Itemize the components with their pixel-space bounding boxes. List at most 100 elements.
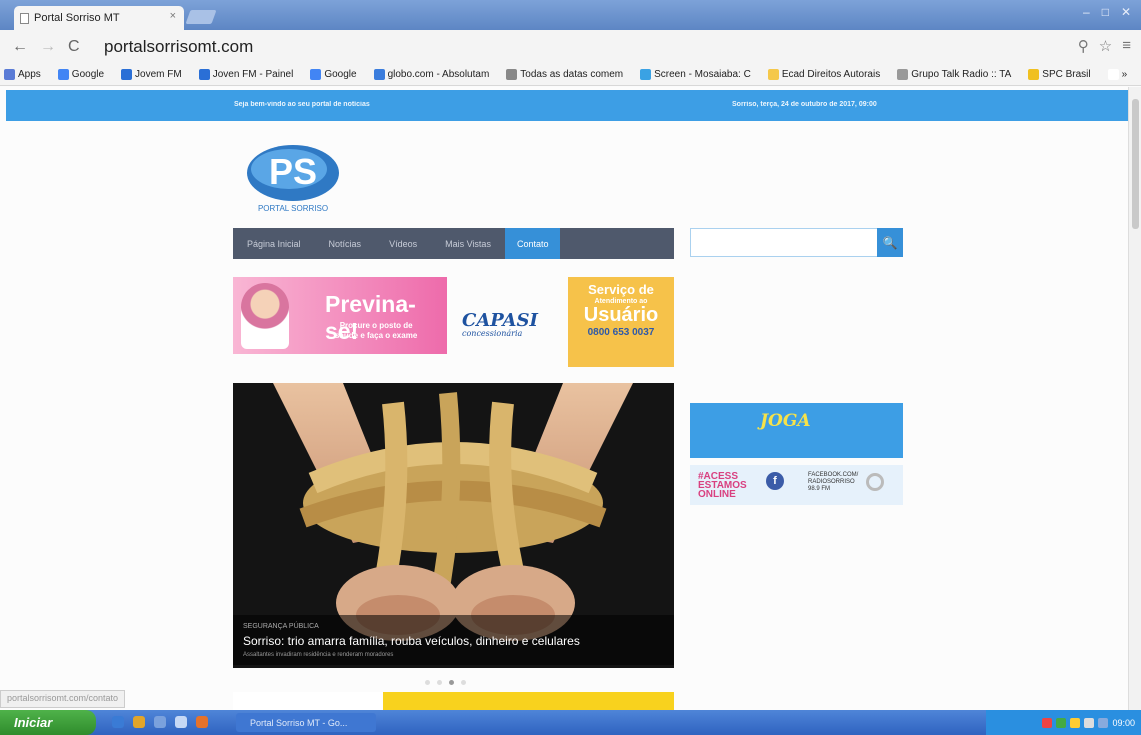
slide-category: SEGURANÇA PÚBLICA	[243, 623, 319, 630]
news-slider[interactable]: SEGURANÇA PÚBLICA Sorriso: trio amarra f…	[233, 383, 674, 668]
slider-dot[interactable]	[425, 680, 430, 685]
bookmark-item[interactable]: Screen - Mosaiaba: C	[636, 69, 751, 80]
bookmark-icon	[121, 69, 133, 80]
bottom-banner[interactable]	[233, 692, 674, 710]
facebook-icon: f	[766, 472, 784, 490]
scrollbar-thumb[interactable]	[1132, 99, 1139, 229]
capasi-name: CAPASI	[462, 310, 538, 331]
menu-item[interactable]: Página Inicial	[233, 239, 315, 249]
menu-item[interactable]: Notícias	[315, 239, 376, 249]
bookmark-item[interactable]: Grupo Talk Radio :: TA	[893, 69, 1011, 80]
windows-taskbar: Iniciar Portal Sorriso MT - Go... 09:00	[0, 710, 1141, 735]
slide-headline[interactable]: Sorriso: trio amarra família, rouba veíc…	[243, 634, 580, 648]
close-window-icon[interactable]: ✕	[1121, 5, 1131, 19]
sau-line3: Usuário	[583, 304, 659, 326]
tray-icon[interactable]	[1070, 717, 1081, 728]
forward-icon[interactable]: →	[40, 38, 56, 56]
slide-caption[interactable]: SEGURANÇA PÚBLICA Sorriso: trio amarra f…	[233, 615, 674, 665]
bookmark-item[interactable]: Apps	[0, 69, 41, 80]
tray-icon[interactable]	[1084, 717, 1095, 728]
capasi-logo[interactable]: CAPASI concessionária	[462, 310, 538, 338]
bookmark-label: Grupo Talk Radio :: TA	[911, 69, 1012, 80]
bookmark-icon	[767, 69, 779, 80]
zoom-icon[interactable]: ⚲	[1078, 37, 1089, 55]
browser-menu-icon[interactable]: ≡	[1122, 37, 1131, 55]
url-field[interactable]: portalsorrisomt.com	[104, 37, 253, 57]
taskbar-window-button[interactable]: Portal Sorriso MT - Go...	[236, 713, 376, 732]
search-icon[interactable]: 🔍	[877, 228, 903, 257]
start-button[interactable]: Iniciar	[0, 710, 96, 735]
sau-phone: 0800 653 0037	[587, 327, 655, 338]
slider-dot[interactable]	[437, 680, 442, 685]
bookmark-icon	[1028, 69, 1040, 80]
logo-graphic: PS PORTAL SORRISO	[247, 145, 339, 213]
ie-icon[interactable]	[112, 716, 124, 728]
slider-dot[interactable]	[461, 680, 466, 685]
menu-item[interactable]: Contato	[504, 228, 561, 259]
bookmark-item[interactable]: Joven FM - Painel	[195, 69, 294, 80]
quick-launch	[112, 716, 208, 728]
slider-dots	[425, 680, 466, 685]
menu-item[interactable]: Mais Vistas	[431, 239, 505, 249]
tv-ad-text: JOGA	[760, 411, 811, 431]
bookmark-label: Google	[324, 69, 357, 80]
bookmark-icon	[57, 69, 69, 80]
media-icon[interactable]	[175, 716, 187, 728]
slide-summary: Assaltantes invadiram residência e rende…	[243, 652, 394, 658]
bookmark-item[interactable]: Google	[306, 69, 357, 80]
volume-icon[interactable]	[1098, 717, 1109, 728]
bookmark-icon	[640, 69, 652, 80]
folder-icon[interactable]	[133, 716, 145, 728]
radio-logo-icon	[866, 473, 884, 491]
bookmark-item[interactable]: Jovem FM	[117, 69, 182, 80]
previna-banner[interactable]: Previna-se! Procure o posto de saúde e f…	[233, 277, 447, 354]
welcome-text: Seja bem-vindo ao seu portal de notícias	[234, 101, 370, 108]
web-page: Seja bem-vindo ao seu portal de notícias…	[0, 87, 1128, 710]
bookmark-icon	[310, 69, 322, 80]
tab-title: Portal Sorriso MT	[34, 12, 120, 24]
bookmark-icon	[373, 69, 385, 80]
window-controls: – □ ✕	[1083, 5, 1131, 19]
maximize-icon[interactable]: □	[1102, 5, 1109, 19]
browser-tab[interactable]: Portal Sorriso MT ×	[14, 6, 184, 30]
tray-icon[interactable]	[1056, 717, 1067, 728]
system-tray: 09:00	[986, 710, 1141, 735]
minimize-icon[interactable]: –	[1083, 5, 1090, 19]
back-icon[interactable]: ←	[12, 38, 28, 56]
tab-close-icon[interactable]: ×	[170, 10, 176, 22]
bookmark-label: SPC Brasil	[1042, 69, 1091, 80]
search-box[interactable]: 🔍	[690, 228, 903, 257]
bookmark-icon	[198, 69, 210, 80]
acesse-info: FACEBOOK.COM/ RADIOSORRISO 98.9 FM	[808, 472, 859, 492]
bookmark-star-icon[interactable]: ☆	[1099, 37, 1112, 55]
vertical-scrollbar[interactable]	[1128, 87, 1141, 710]
bookmark-label: Todas as datas comem	[520, 69, 624, 80]
clock[interactable]: 09:00	[1112, 718, 1135, 728]
tray-icon[interactable]	[1042, 717, 1053, 728]
firefox-icon[interactable]	[196, 716, 208, 728]
sau-banner[interactable]: Serviço de Atendimento ao Usuário 0800 6…	[568, 277, 674, 367]
acesse-hashtag: #ACESS ESTAMOS ONLINE	[698, 471, 747, 500]
menu-item[interactable]: Vídeos	[375, 239, 431, 249]
bookmark-item[interactable]: Todas as datas comem	[502, 69, 623, 80]
slider-dot-active[interactable]	[449, 680, 454, 685]
desktop-icon[interactable]	[154, 716, 166, 728]
bookmark-label: Jovem FM	[135, 69, 182, 80]
tv-ad-banner[interactable]: JOGA	[690, 403, 903, 458]
bookmark-item[interactable]: »	[1104, 69, 1127, 80]
new-tab-button[interactable]	[185, 10, 217, 24]
site-logo[interactable]: PS PORTAL SORRISO	[245, 141, 341, 218]
bookmark-item[interactable]: Google	[54, 69, 104, 80]
page-favicon-icon	[20, 12, 29, 24]
acesse-ad-banner[interactable]: #ACESS ESTAMOS ONLINE f FACEBOOK.COM/ RA…	[690, 465, 903, 505]
bookmark-item[interactable]: SPC Brasil	[1024, 69, 1091, 80]
svg-text:PS: PS	[269, 151, 317, 192]
bookmark-label: Joven FM - Painel	[212, 69, 294, 80]
site-top-strip: Seja bem-vindo ao seu portal de notícias…	[6, 90, 1128, 121]
status-bar-url: portalsorrisomt.com/contato	[0, 690, 126, 708]
bookmark-icon	[897, 69, 909, 80]
bookmark-item[interactable]: globo.com - Absolutam	[370, 69, 489, 80]
reload-icon[interactable]: C	[68, 38, 80, 56]
address-bar: ← → C portalsorrisomt.com ⚲ ☆ ≡	[0, 30, 1141, 64]
bookmark-item[interactable]: Ecad Direitos Autorais	[764, 69, 880, 80]
